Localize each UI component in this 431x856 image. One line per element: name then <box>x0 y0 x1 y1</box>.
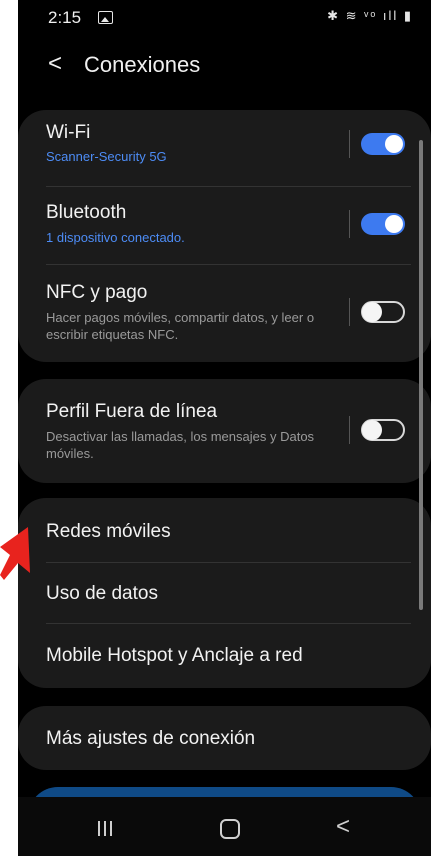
hotspot-title: Mobile Hotspot y Anclaje a red <box>46 645 303 666</box>
recent-apps-icon[interactable] <box>98 821 116 841</box>
gallery-icon <box>98 11 113 24</box>
toggle-knob <box>385 215 403 233</box>
bluetooth-title: Bluetooth <box>46 202 127 223</box>
connections-card: Wi-Fi Scanner-Security 5G Bluetooth 1 di… <box>18 110 431 362</box>
status-time: 2:15 <box>48 8 82 27</box>
home-icon[interactable] <box>220 819 240 839</box>
airplane-card: Perfil Fuera de línea Desactivar las lla… <box>18 379 431 483</box>
back-arrow-icon[interactable]: < <box>48 50 62 78</box>
nfc-subtitle: Hacer pagos móviles, compartir datos, y … <box>46 310 315 342</box>
separator <box>349 298 350 326</box>
nfc-title: NFC y pago <box>46 282 148 303</box>
wifi-subtitle: Scanner-Security 5G <box>46 149 167 164</box>
wifi-row[interactable]: Wi-Fi Scanner-Security 5G <box>18 110 431 186</box>
separator <box>349 210 350 238</box>
wifi-title: Wi-Fi <box>46 122 91 143</box>
toggle-knob <box>362 302 382 322</box>
separator <box>349 130 350 158</box>
separator <box>349 416 350 444</box>
wifi-toggle[interactable] <box>361 133 405 155</box>
toggle-knob <box>362 420 382 440</box>
airplane-subtitle: Desactivar las llamadas, los mensajes y … <box>46 429 315 461</box>
data-usage-title: Uso de datos <box>46 583 158 604</box>
more-settings-row[interactable]: Más ajustes de conexión <box>18 706 431 770</box>
phone-screen: 2:15 ✱ ≋ ᵛᵒ ıll ▮ < Conexiones Wi-Fi Sca… <box>18 0 431 856</box>
pointer-arrow-icon <box>0 527 30 580</box>
status-icons: ✱ ≋ ᵛᵒ ıll ▮ <box>327 8 413 23</box>
app-header: < Conexiones <box>18 40 431 96</box>
page-title: Conexiones <box>84 52 201 77</box>
bluetooth-toggle[interactable] <box>361 213 405 235</box>
nav-back-icon[interactable]: < <box>336 813 350 841</box>
navigation-bar: < <box>18 797 431 856</box>
mobile-networks-row[interactable]: Redes móviles <box>18 498 431 562</box>
airplane-title: Perfil Fuera de línea <box>46 401 218 422</box>
network-card: Redes móviles Uso de datos Mobile Hotspo… <box>18 498 431 688</box>
airplane-row[interactable]: Perfil Fuera de línea Desactivar las lla… <box>18 379 431 483</box>
mobile-networks-title: Redes móviles <box>46 521 171 542</box>
nfc-toggle[interactable] <box>361 301 405 323</box>
bluetooth-row[interactable]: Bluetooth 1 dispositivo conectado. <box>18 187 431 263</box>
more-card: Más ajustes de conexión <box>18 706 431 770</box>
hotspot-row[interactable]: Mobile Hotspot y Anclaje a red <box>18 624 431 688</box>
data-usage-row[interactable]: Uso de datos <box>18 563 431 623</box>
bluetooth-subtitle: 1 dispositivo conectado. <box>46 230 185 245</box>
toggle-knob <box>385 135 403 153</box>
more-settings-title: Más ajustes de conexión <box>46 728 256 749</box>
airplane-toggle[interactable] <box>361 419 405 441</box>
scrollbar[interactable] <box>419 140 423 610</box>
nfc-row[interactable]: NFC y pago Hacer pagos móviles, comparti… <box>18 265 431 362</box>
status-bar: 2:15 ✱ ≋ ᵛᵒ ıll ▮ <box>18 0 431 36</box>
